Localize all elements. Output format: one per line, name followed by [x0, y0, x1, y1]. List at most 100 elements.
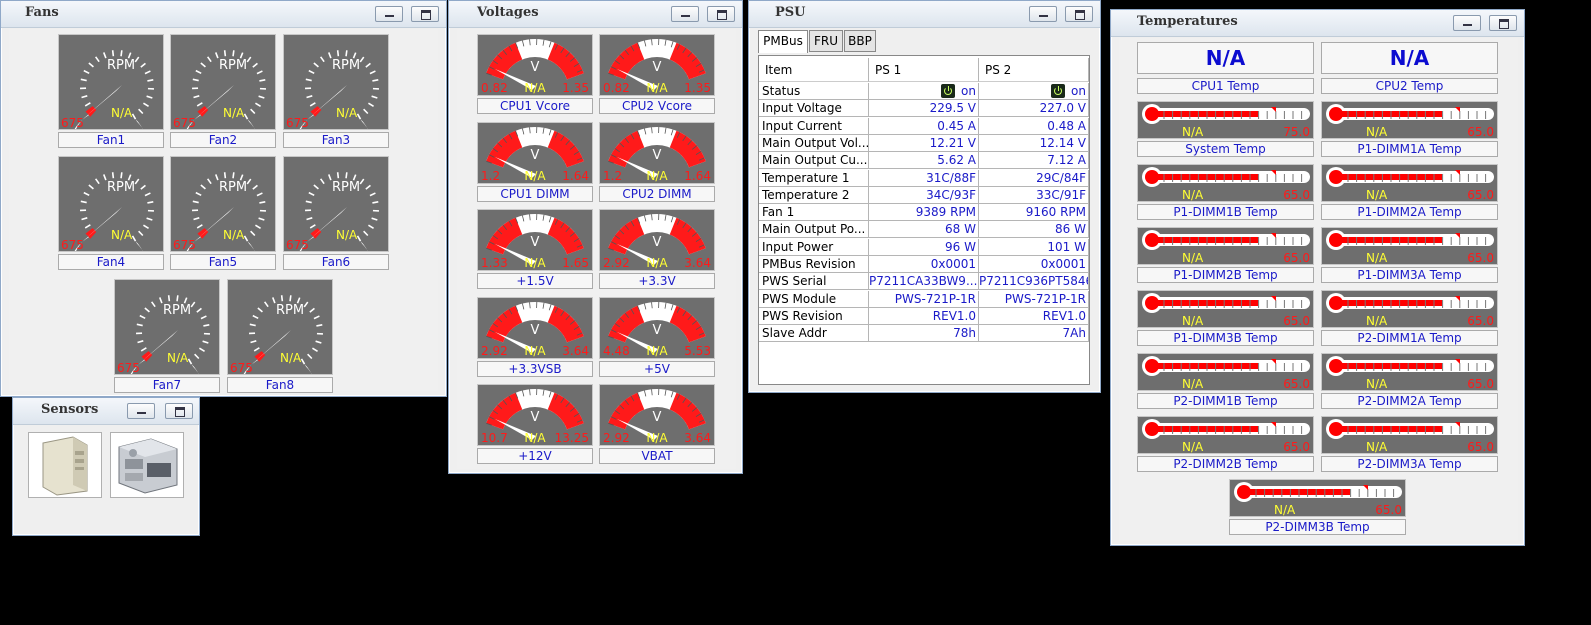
column-header-ps1[interactable]: PS 1 — [869, 58, 979, 82]
thermometer[interactable]: N/A 65.0 — [1321, 353, 1498, 391]
thermometer[interactable]: N/A 65.0 — [1321, 227, 1498, 265]
dial-tick — [88, 184, 94, 190]
table-row[interactable]: Temperature 1 31C/88F 29C/84F — [759, 169, 1089, 187]
thermo-fill — [1336, 300, 1442, 306]
thermometer[interactable]: N/A 65.0 — [1137, 164, 1314, 202]
maximize-button[interactable] — [707, 6, 735, 22]
thermometer-label: P1-DIMM1B Temp — [1137, 204, 1314, 220]
voltage-gauge[interactable]: V 2.92 N/A 3.64 VBAT — [599, 384, 715, 466]
dial-tick — [253, 347, 260, 352]
table-row[interactable]: Input Power 96 W 101 W — [759, 238, 1089, 256]
voltage-gauge[interactable]: V 2.92 N/A 3.64 +3.3V — [599, 209, 715, 291]
dial-tick — [252, 184, 258, 190]
gauge-reading: N/A — [646, 344, 668, 358]
fans-titlebar[interactable]: Fans — [1, 1, 446, 28]
tab-fru[interactable]: FRU — [809, 30, 843, 52]
ps2-value: REV1.0 — [979, 307, 1089, 325]
status-text: on — [961, 84, 976, 98]
voltage-gauge[interactable]: V 2.92 N/A 3.64 +3.3VSB — [477, 296, 593, 379]
table-row[interactable]: Main Output Cu... 5.62 A 7.12 A — [759, 152, 1089, 170]
voltage-gauge[interactable]: V 0.82 N/A 1.35 CPU2 Vcore — [599, 34, 715, 116]
table-row[interactable]: PWS Revision REV1.0 REV1.0 — [759, 307, 1089, 325]
dial-tick — [252, 314, 259, 320]
psu-titlebar[interactable]: PSU — [749, 1, 1100, 28]
dial-tick — [307, 353, 313, 360]
table-row[interactable]: PWS Module PWS-721P-1R PWS-721P-1R — [759, 290, 1089, 308]
maximize-button[interactable] — [165, 403, 193, 419]
cpu2-temp-label: CPU2 Temp — [1321, 78, 1498, 94]
maximize-button[interactable] — [411, 6, 439, 22]
status-text: on — [1071, 84, 1086, 98]
fan-gauge[interactable]: RPM N/A 675 Fan5 — [170, 156, 276, 274]
fan-gauge[interactable]: RPM N/A 675 Fan6 — [283, 156, 389, 274]
table-row[interactable]: Input Current 0.45 A 0.48 A — [759, 117, 1089, 135]
fan-gauge[interactable]: RPM N/A 675 Fan3 — [283, 34, 389, 152]
voltage-gauge[interactable]: V 1.2 N/A 1.64 CPU2 DIMM — [599, 121, 715, 204]
voltage-gauge[interactable]: V 1.2 N/A 1.64 CPU1 DIMM — [477, 121, 593, 204]
minimize-button[interactable] — [127, 403, 155, 419]
gauge-unit-label: V — [653, 410, 662, 425]
minimize-button[interactable] — [671, 6, 699, 22]
voltage-gauge[interactable]: V 0.82 N/A 1.35 CPU1 Vcore — [477, 34, 593, 116]
fans-title: Fans — [25, 5, 59, 20]
fan-gauge-label: Fan7 — [114, 377, 220, 393]
fan-gauge[interactable]: RPM N/A 675 Fan4 — [58, 156, 164, 274]
minimize-button[interactable] — [1029, 6, 1057, 22]
table-row[interactable]: Temperature 2 34C/93F 33C/91F — [759, 186, 1089, 204]
thermo-max-label: 65.0 — [1283, 251, 1310, 264]
gauge-unit-label: V — [531, 235, 540, 250]
maximize-button[interactable] — [1065, 6, 1093, 22]
thermometer[interactable]: N/A 65.0 — [1137, 290, 1314, 328]
table-row[interactable]: Slave Addr 78h 7Ah — [759, 325, 1089, 343]
thermometer[interactable]: N/A 65.0 — [1229, 479, 1406, 517]
table-row[interactable]: Input Voltage 229.5 V 227.0 V — [759, 100, 1089, 118]
thermometer[interactable]: N/A 65.0 — [1321, 164, 1498, 202]
temperatures-titlebar[interactable]: Temperatures — [1111, 10, 1524, 37]
tab-pmbus[interactable]: PMBus — [758, 30, 808, 53]
table-row[interactable]: Status on on — [759, 83, 1089, 100]
column-header-ps2[interactable]: PS 2 — [979, 58, 1089, 82]
dial-tick — [139, 314, 146, 320]
dial-tick — [195, 191, 202, 197]
thermometer[interactable]: N/A 65.0 — [1137, 227, 1314, 265]
dial-tick — [192, 78, 199, 82]
table-row[interactable]: Main Output Po... 68 W 86 W — [759, 221, 1089, 239]
table-row[interactable]: Main Output Vol... 12.21 V 12.14 V — [759, 134, 1089, 152]
voltage-gauge-label: CPU2 Vcore — [599, 98, 715, 114]
tab-bbp[interactable]: BBP — [844, 30, 876, 52]
thermo-max-label: 65.0 — [1467, 125, 1494, 138]
ps1-value: 229.5 V — [869, 100, 979, 118]
table-row[interactable]: PMBus Revision 0x0001 0x0001 — [759, 256, 1089, 273]
thermometer[interactable]: N/A 65.0 — [1321, 290, 1498, 328]
fan-gauge-label: Fan3 — [283, 132, 389, 148]
ps2-value: 9160 RPM — [979, 204, 1089, 222]
table-row[interactable]: Fan 1 9389 RPM 9160 RPM — [759, 204, 1089, 222]
dial-tick — [256, 70, 263, 75]
fan-gauge[interactable]: RPM N/A 675 Fan1 — [58, 34, 164, 152]
gauge-min-label: 0.82 — [603, 81, 630, 95]
voltage-gauge[interactable]: V 1.33 N/A 1.65 +1.5V — [477, 209, 593, 291]
minimize-button[interactable] — [375, 6, 403, 22]
thermometer[interactable]: N/A 65.0 — [1137, 353, 1314, 391]
fan-gauge[interactable]: RPM N/A 675 Fan7 — [114, 279, 220, 397]
fan-gauge[interactable]: RPM N/A 675 Fan8 — [227, 279, 333, 397]
tower-server-icon[interactable] — [28, 432, 102, 498]
rpm-dial: RPM N/A 675 — [170, 156, 276, 252]
thermometer[interactable]: N/A 65.0 — [1137, 416, 1314, 454]
minimize-button[interactable] — [1453, 15, 1481, 31]
dial-tick — [327, 52, 332, 59]
fan-gauge[interactable]: RPM N/A 675 Fan2 — [170, 34, 276, 152]
thermometer[interactable]: N/A 75.0 — [1137, 101, 1314, 139]
voltages-titlebar[interactable]: Voltages — [449, 1, 742, 28]
dial-tick — [193, 217, 200, 221]
dial-tick — [102, 52, 107, 59]
rack-server-icon[interactable] — [110, 432, 184, 498]
table-row[interactable]: PWS Serial P7211CA33BW9... P7211C936PT5846 — [759, 273, 1089, 291]
sensors-titlebar[interactable]: Sensors — [13, 398, 199, 425]
column-header-item[interactable]: Item — [759, 58, 869, 82]
voltage-gauge[interactable]: V 4.48 N/A 5.53 +5V — [599, 296, 715, 379]
thermometer[interactable]: N/A 65.0 — [1321, 101, 1498, 139]
maximize-button[interactable] — [1489, 15, 1517, 31]
voltage-gauge[interactable]: V 10.7 N/A 13.25 +12V — [477, 384, 593, 466]
thermometer[interactable]: N/A 65.0 — [1321, 416, 1498, 454]
